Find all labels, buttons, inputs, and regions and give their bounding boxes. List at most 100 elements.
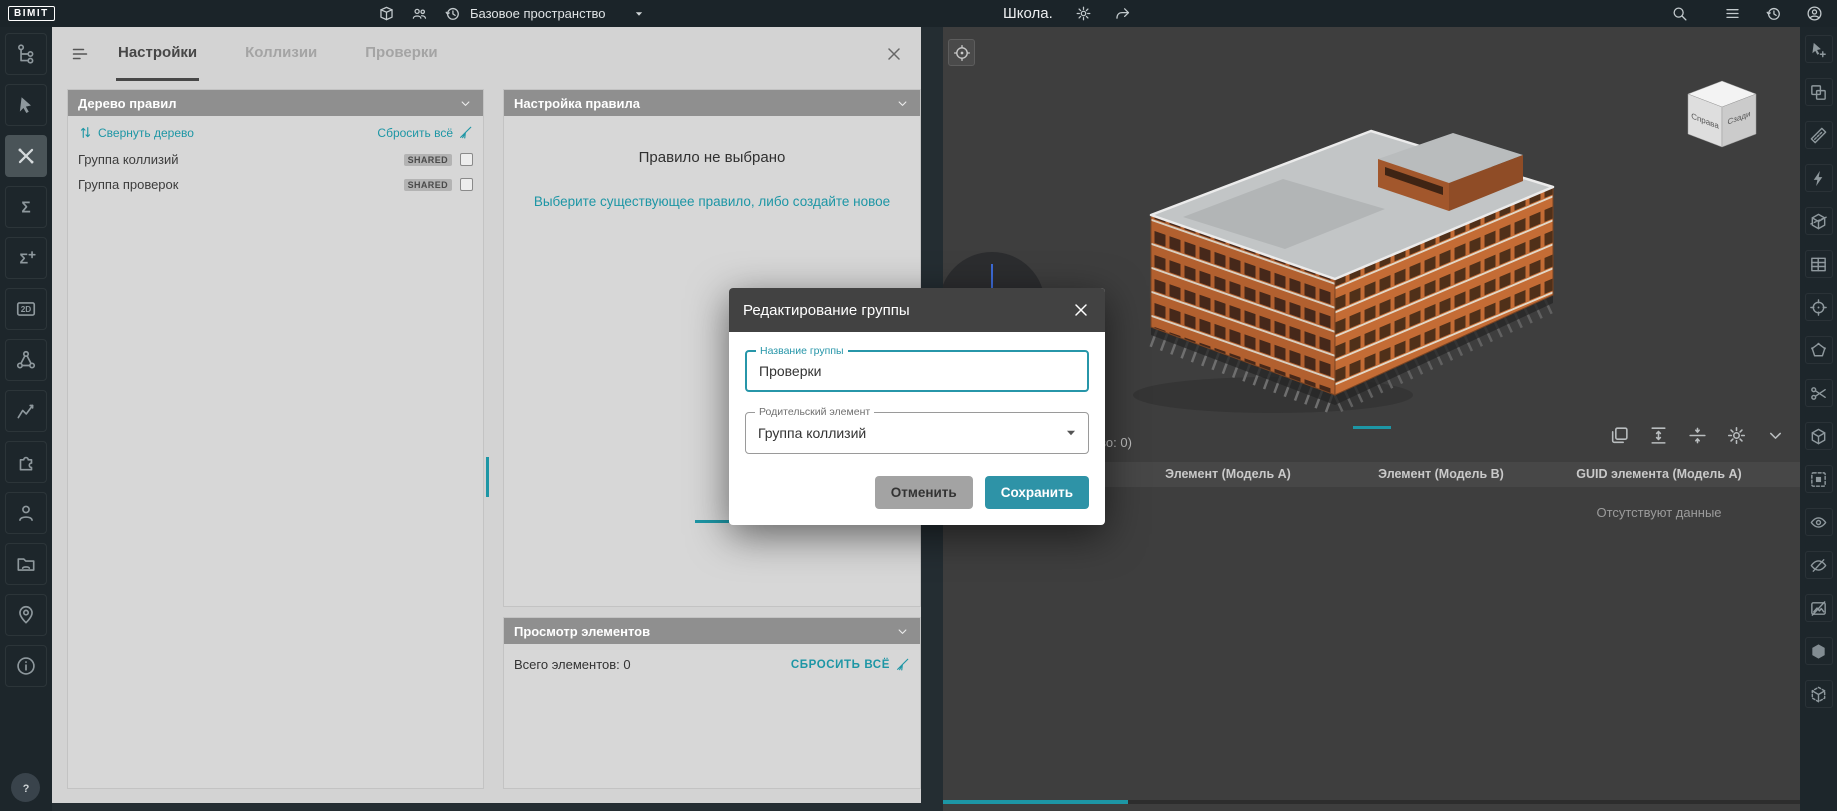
tool-select-add[interactable] bbox=[1805, 35, 1833, 63]
sidebar-item-sum[interactable]: Σ bbox=[5, 186, 47, 228]
dialog-body: Название группы Родительский элемент Гру… bbox=[729, 332, 1105, 525]
tool-textures-off[interactable] bbox=[1805, 594, 1833, 622]
table-resize-handle[interactable] bbox=[1353, 426, 1391, 429]
sidebar-item-sum-plus[interactable]: Σ bbox=[5, 237, 47, 279]
tool-shaded-view[interactable] bbox=[1805, 637, 1833, 665]
tool-hide[interactable] bbox=[1805, 551, 1833, 579]
table-empty-message: Отсутствуют данные bbox=[1596, 505, 1721, 520]
bimit-logo[interactable]: BIMIT bbox=[8, 6, 55, 21]
history-icon[interactable] bbox=[444, 5, 461, 22]
shared-badge: SHARED bbox=[404, 179, 452, 191]
package-icon[interactable] bbox=[378, 5, 395, 22]
dialog-actions: Отменить Сохранить bbox=[745, 476, 1089, 509]
column-header-guid-a[interactable]: GUID элемента (Модель A) bbox=[1576, 462, 1741, 487]
list-icon[interactable] bbox=[1724, 5, 1741, 22]
group-name-field[interactable]: Название группы bbox=[745, 350, 1089, 392]
help-button[interactable]: ? bbox=[11, 773, 40, 802]
project-settings-icon[interactable] bbox=[1075, 5, 1092, 22]
tool-grid[interactable] bbox=[1805, 250, 1833, 278]
create-rule-link[interactable]: Выберите существующее правило, либо созд… bbox=[504, 194, 920, 209]
group-name-label: Название группы bbox=[756, 345, 848, 357]
left-sidebar: ΣΣ 2D bbox=[0, 27, 52, 811]
navigation-cube[interactable]: Справа Сзади bbox=[1680, 73, 1764, 157]
account-icon[interactable] bbox=[1806, 5, 1823, 22]
home-view-button[interactable] bbox=[948, 39, 975, 66]
tool-section-box[interactable] bbox=[1805, 680, 1833, 708]
parent-element-value: Группа коллизий bbox=[758, 425, 866, 441]
sidebar-item-users[interactable] bbox=[5, 492, 47, 534]
tool-isolate[interactable] bbox=[1805, 465, 1833, 493]
rule-settings-header[interactable]: Настройка правила bbox=[504, 90, 920, 116]
panel-menu-icon[interactable] bbox=[70, 44, 90, 64]
collapse-tree-link[interactable]: Свернуть дерево bbox=[78, 125, 194, 140]
chevron-down-icon[interactable] bbox=[1765, 425, 1786, 446]
tree-row-checks-group[interactable]: Группа проверок SHARED bbox=[68, 172, 483, 197]
horizontal-scrollbar[interactable] bbox=[943, 800, 1800, 804]
sidebar-item-view-2d[interactable]: 2D bbox=[5, 288, 47, 330]
cancel-button[interactable]: Отменить bbox=[875, 476, 973, 509]
shared-badge: SHARED bbox=[404, 154, 452, 166]
reset-elements-link[interactable]: СБРОСИТЬ ВСЁ bbox=[791, 657, 910, 672]
row-height-icon[interactable] bbox=[1687, 425, 1708, 446]
elements-view-title: Просмотр элементов bbox=[514, 624, 650, 639]
sidebar-item-charts[interactable] bbox=[5, 390, 47, 432]
panel-tabs-row: Настройки Коллизии Проверки bbox=[52, 27, 921, 81]
row-checkbox[interactable] bbox=[460, 153, 473, 166]
rule-panel-resize-handle[interactable] bbox=[695, 520, 729, 523]
history-icon[interactable] bbox=[1765, 5, 1782, 22]
caret-down-icon bbox=[632, 7, 646, 21]
sidebar-item-user-location[interactable] bbox=[5, 594, 47, 636]
elements-view-panel: Просмотр элементов Всего элементов: 0 СБ… bbox=[503, 617, 921, 789]
sidebar-item-select[interactable] bbox=[5, 84, 47, 126]
sidebar-item-plugins[interactable] bbox=[5, 441, 47, 483]
tree-row-collisions-group[interactable]: Группа коллизий SHARED bbox=[68, 147, 483, 172]
tool-multi-select[interactable] bbox=[1805, 78, 1833, 106]
group-name-input[interactable] bbox=[759, 363, 1075, 379]
collapse-tree-label: Свернуть дерево bbox=[98, 126, 194, 140]
dialog-close-icon[interactable] bbox=[1071, 300, 1091, 320]
tool-measure[interactable] bbox=[1805, 121, 1833, 149]
search-icon[interactable] bbox=[1671, 5, 1688, 22]
compass-icon bbox=[953, 44, 971, 62]
elements-view-header[interactable]: Просмотр элементов bbox=[504, 618, 920, 644]
tool-clash-check[interactable] bbox=[1805, 164, 1833, 192]
parent-element-label: Родительский элемент bbox=[755, 406, 874, 418]
elements-row: Всего элементов: 0 СБРОСИТЬ ВСЁ bbox=[504, 644, 920, 685]
rule-settings-title: Настройка правила bbox=[514, 96, 640, 111]
sidebar-item-model-structure[interactable] bbox=[5, 33, 47, 75]
gear-icon[interactable] bbox=[1726, 425, 1747, 446]
tool-polygon-select[interactable] bbox=[1805, 336, 1833, 364]
duplicate-icon[interactable] bbox=[1609, 425, 1630, 446]
tab-collisions[interactable]: Коллизии bbox=[243, 27, 319, 81]
tool-volume[interactable] bbox=[1805, 422, 1833, 450]
tab-settings[interactable]: Настройки bbox=[116, 27, 199, 81]
topbar-left-icons bbox=[378, 5, 461, 22]
tool-cut[interactable] bbox=[1805, 379, 1833, 407]
dialog-title: Редактирование группы bbox=[743, 302, 910, 319]
column-header-element-b[interactable]: Элемент (Модель B) bbox=[1378, 462, 1504, 487]
column-header-element-a[interactable]: Элемент (Модель A) bbox=[1165, 462, 1291, 487]
row-checkbox[interactable] bbox=[460, 178, 473, 191]
scrollbar-thumb[interactable] bbox=[943, 800, 1128, 804]
sidebar-item-info[interactable] bbox=[5, 645, 47, 687]
sidebar-item-scheme[interactable] bbox=[5, 339, 47, 381]
parent-element-select[interactable]: Родительский элемент Группа коллизий bbox=[745, 412, 1089, 454]
team-icon[interactable] bbox=[411, 5, 428, 22]
reset-all-link[interactable]: Сбросить всё bbox=[377, 125, 473, 140]
tool-show[interactable] bbox=[1805, 508, 1833, 536]
sidebar-item-collisions[interactable] bbox=[5, 135, 47, 177]
workspace-select[interactable]: Базовое пространство bbox=[470, 6, 646, 21]
sidebar-item-shared-models[interactable] bbox=[5, 543, 47, 585]
fit-height-icon[interactable] bbox=[1648, 425, 1669, 446]
panel-close-icon[interactable] bbox=[884, 44, 904, 64]
share-icon[interactable] bbox=[1114, 5, 1131, 22]
rules-tree-header[interactable]: Дерево правил bbox=[68, 90, 483, 116]
panels-resize-handle[interactable] bbox=[486, 457, 489, 497]
building-model[interactable] bbox=[1123, 97, 1578, 417]
tab-checks[interactable]: Проверки bbox=[363, 27, 439, 81]
edit-group-dialog: Редактирование группы Название группы Ро… bbox=[729, 288, 1105, 525]
tool-section[interactable] bbox=[1805, 207, 1833, 235]
save-button[interactable]: Сохранить bbox=[985, 476, 1089, 509]
tool-focus[interactable] bbox=[1805, 293, 1833, 321]
right-sidebar bbox=[1800, 27, 1837, 811]
